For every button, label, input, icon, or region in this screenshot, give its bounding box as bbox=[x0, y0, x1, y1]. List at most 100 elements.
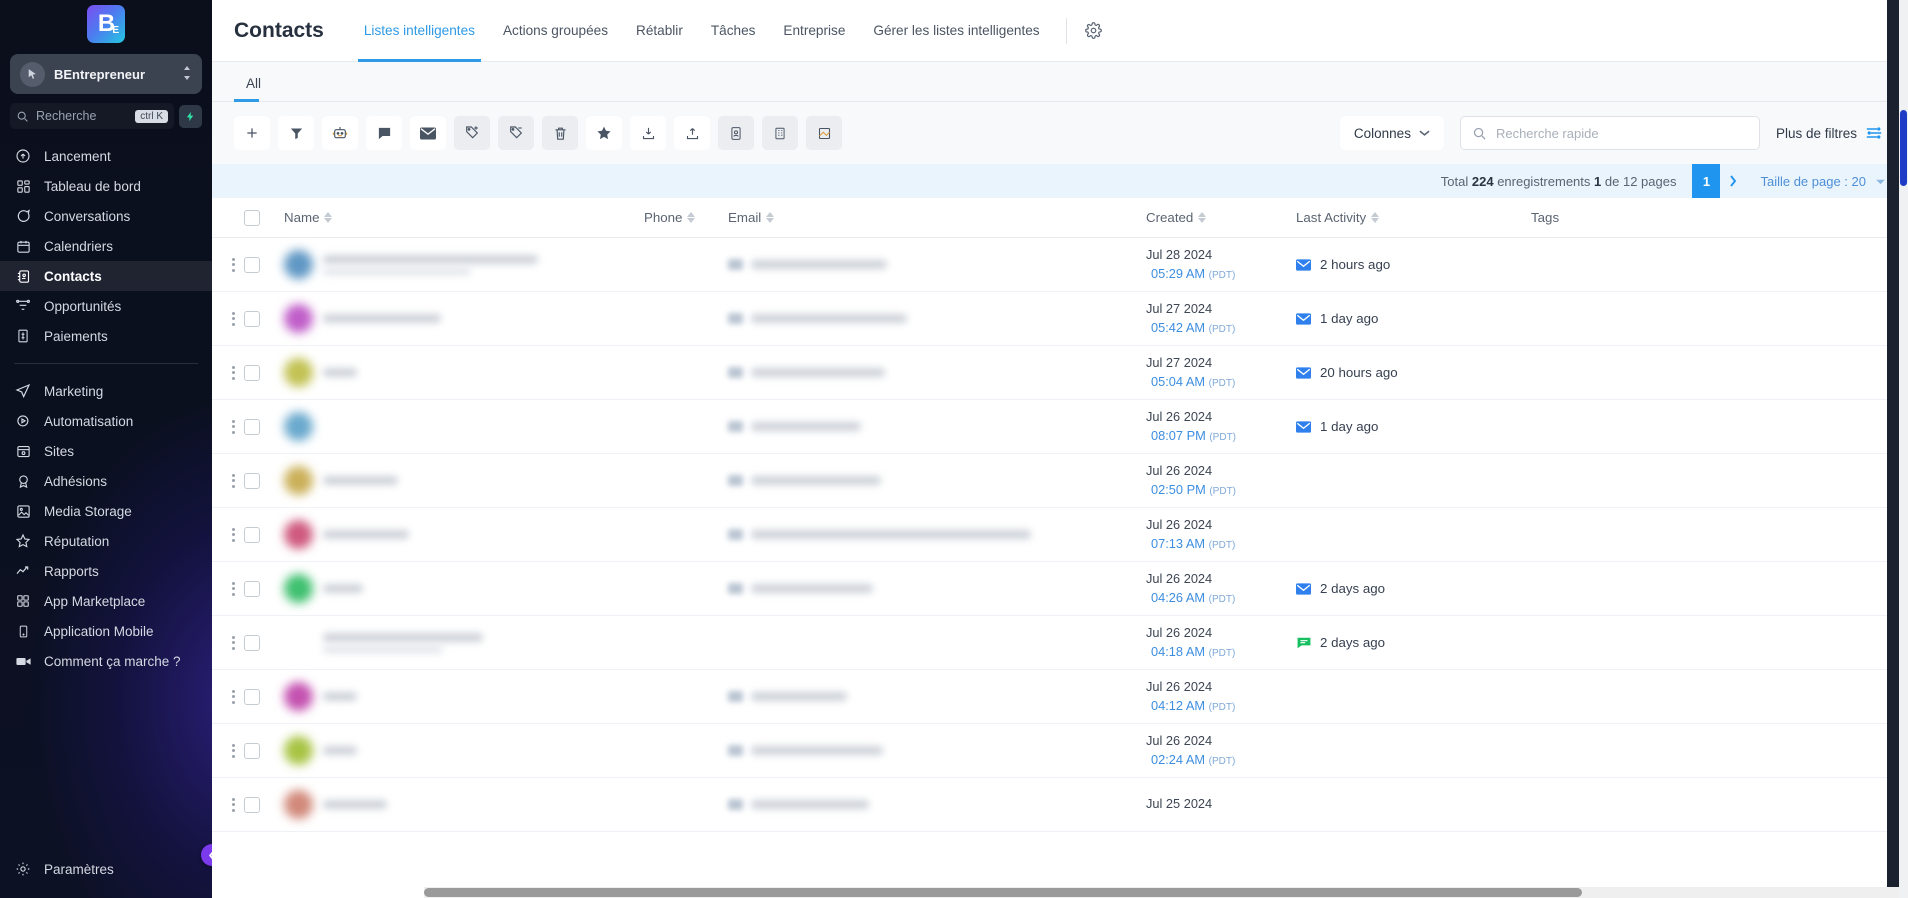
row-menu-button[interactable] bbox=[212, 689, 244, 704]
table-row[interactable]: Jul 26 2024 02:50 PM (PDT) bbox=[212, 454, 1908, 508]
filter-button[interactable] bbox=[278, 116, 314, 150]
add-tag-button[interactable] bbox=[454, 116, 490, 150]
table-row[interactable]: Jul 26 2024 02:24 AM (PDT) bbox=[212, 724, 1908, 778]
table-row[interactable]: Jul 27 2024 05:42 AM (PDT) 1 day ago bbox=[212, 292, 1908, 346]
cell-name[interactable] bbox=[284, 574, 644, 603]
row-menu-button[interactable] bbox=[212, 581, 244, 596]
sidebar-item-adhesions[interactable]: Adhésions bbox=[0, 466, 212, 496]
sort-icon[interactable] bbox=[324, 212, 333, 223]
cell-name[interactable] bbox=[284, 358, 644, 387]
header-settings-button[interactable] bbox=[1079, 16, 1109, 46]
sidebar-item-paiements[interactable]: Paiements bbox=[0, 321, 212, 351]
table-row[interactable]: Jul 25 2024 bbox=[212, 778, 1908, 832]
export-button[interactable] bbox=[674, 116, 710, 150]
header-name[interactable]: Name bbox=[284, 210, 644, 225]
tab-listes-intelligentes[interactable]: Listes intelligentes bbox=[350, 0, 489, 62]
sidebar-item-application-mobile[interactable]: Application Mobile bbox=[0, 616, 212, 646]
more-filters-button[interactable]: Plus de filtres bbox=[1776, 116, 1886, 150]
delete-button[interactable] bbox=[542, 116, 578, 150]
merge-company-button[interactable] bbox=[762, 116, 798, 150]
restore-button[interactable] bbox=[806, 116, 842, 150]
row-checkbox[interactable] bbox=[244, 580, 260, 597]
sidebar-item-app-marketplace[interactable]: App Marketplace bbox=[0, 586, 212, 616]
quick-search-input[interactable] bbox=[1495, 125, 1748, 141]
favorite-button[interactable] bbox=[586, 116, 622, 150]
search-input[interactable]: Recherche ctrl K bbox=[10, 103, 174, 129]
header-phone[interactable]: Phone bbox=[644, 210, 728, 225]
tab-gerer-les-listes-intelligentes[interactable]: Gérer les listes intelligentes bbox=[859, 0, 1053, 62]
row-checkbox[interactable] bbox=[244, 742, 260, 759]
quick-search-box[interactable] bbox=[1459, 116, 1760, 150]
row-checkbox[interactable] bbox=[244, 634, 260, 651]
sidebar-item-comment-ca-marche[interactable]: Comment ça marche ? bbox=[0, 646, 212, 676]
table-row[interactable]: Jul 26 2024 04:12 AM (PDT) bbox=[212, 670, 1908, 724]
table-row[interactable]: Jul 28 2024 05:29 AM (PDT) 2 hours ago bbox=[212, 238, 1908, 292]
cell-name[interactable] bbox=[284, 682, 644, 711]
vertical-scrollbar[interactable] bbox=[1899, 0, 1908, 898]
row-checkbox[interactable] bbox=[244, 256, 260, 273]
sort-icon[interactable] bbox=[766, 212, 775, 223]
sms-button[interactable] bbox=[366, 116, 402, 150]
row-checkbox[interactable] bbox=[244, 472, 260, 489]
sort-icon[interactable] bbox=[687, 212, 696, 223]
horizontal-scrollbar-thumb[interactable] bbox=[424, 888, 1582, 897]
cell-name[interactable] bbox=[284, 304, 644, 333]
row-menu-button[interactable] bbox=[212, 527, 244, 542]
cell-name[interactable] bbox=[284, 790, 644, 819]
row-checkbox[interactable] bbox=[244, 418, 260, 435]
row-checkbox[interactable] bbox=[244, 688, 260, 705]
row-checkbox[interactable] bbox=[244, 364, 260, 381]
sidebar-item-conversations[interactable]: Conversations bbox=[0, 201, 212, 231]
table-row[interactable]: Jul 27 2024 05:04 AM (PDT) 20 hours ago bbox=[212, 346, 1908, 400]
assign-owner-button[interactable] bbox=[718, 116, 754, 150]
next-page-button[interactable] bbox=[1720, 164, 1746, 198]
sidebar-item-opportunites[interactable]: Opportunités bbox=[0, 291, 212, 321]
app-logo[interactable]: B E bbox=[0, 0, 212, 44]
row-menu-button[interactable] bbox=[212, 473, 244, 488]
table-row[interactable]: Jul 26 2024 04:26 AM (PDT) 2 days ago bbox=[212, 562, 1908, 616]
table-row[interactable]: Jul 26 2024 04:18 AM (PDT) 2 days ago bbox=[212, 616, 1908, 670]
remove-tag-button[interactable] bbox=[498, 116, 534, 150]
sidebar-item-rapports[interactable]: Rapports bbox=[0, 556, 212, 586]
cell-name[interactable] bbox=[284, 520, 644, 549]
page-button-1[interactable]: 1 bbox=[1692, 164, 1721, 198]
table-row[interactable]: Jul 26 2024 08:07 PM (PDT) 1 day ago bbox=[212, 400, 1908, 454]
header-last-activity[interactable]: Last Activity bbox=[1296, 210, 1531, 225]
tab-retablir[interactable]: Rétablir bbox=[622, 0, 697, 62]
row-menu-button[interactable] bbox=[212, 797, 244, 812]
page-size-selector[interactable]: Taille de page : 20 bbox=[1760, 174, 1886, 189]
workspace-switcher[interactable]: BEntrepreneur bbox=[10, 54, 202, 94]
sidebar-item-automatisation[interactable]: Automatisation bbox=[0, 406, 212, 436]
table-row[interactable]: Jul 26 2024 07:13 AM (PDT) bbox=[212, 508, 1908, 562]
row-menu-button[interactable] bbox=[212, 257, 244, 272]
row-menu-button[interactable] bbox=[212, 365, 244, 380]
row-checkbox[interactable] bbox=[244, 526, 260, 543]
sidebar-item-parametres[interactable]: Paramètres bbox=[0, 854, 212, 884]
row-menu-button[interactable] bbox=[212, 419, 244, 434]
ai-assistant-button[interactable] bbox=[179, 104, 202, 128]
sidebar-item-calendriers[interactable]: Calendriers bbox=[0, 231, 212, 261]
columns-button[interactable]: Colonnes bbox=[1339, 116, 1444, 150]
sort-icon[interactable] bbox=[1198, 212, 1207, 223]
cell-name[interactable] bbox=[284, 466, 644, 495]
tab-actions-groupees[interactable]: Actions groupées bbox=[489, 0, 622, 62]
cell-name[interactable] bbox=[284, 632, 644, 653]
sidebar-item-contacts[interactable]: Contacts bbox=[0, 261, 212, 291]
sidebar-item-sites[interactable]: Sites bbox=[0, 436, 212, 466]
sidebar-item-marketing[interactable]: Marketing bbox=[0, 376, 212, 406]
select-all-checkbox[interactable] bbox=[244, 209, 260, 226]
import-button[interactable] bbox=[630, 116, 666, 150]
header-email[interactable]: Email bbox=[728, 210, 1146, 225]
sidebar-item-media-storage[interactable]: Media Storage bbox=[0, 496, 212, 526]
email-button[interactable] bbox=[410, 116, 446, 150]
tab-entreprise[interactable]: Entreprise bbox=[769, 0, 859, 62]
sidebar-item-reputation[interactable]: Réputation bbox=[0, 526, 212, 556]
row-checkbox[interactable] bbox=[244, 796, 260, 813]
add-contact-button[interactable] bbox=[234, 116, 270, 150]
smartlist-tab-all[interactable]: All bbox=[234, 76, 273, 102]
sidebar-item-tableau-de-bord[interactable]: Tableau de bord bbox=[0, 171, 212, 201]
row-menu-button[interactable] bbox=[212, 635, 244, 650]
tab-taches[interactable]: Tâches bbox=[697, 0, 770, 62]
vertical-scrollbar-thumb[interactable] bbox=[1900, 110, 1907, 186]
sort-icon[interactable] bbox=[1371, 212, 1380, 223]
